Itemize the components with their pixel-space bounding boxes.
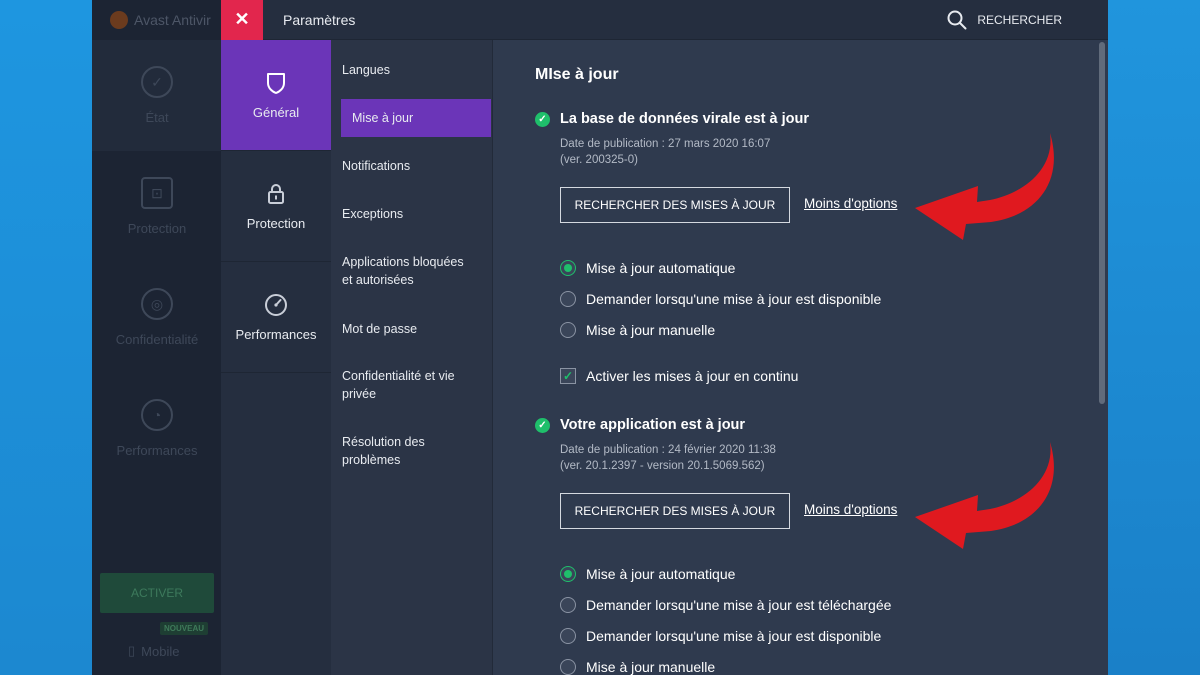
speedometer-icon: ◔: [141, 399, 173, 431]
radio-label: Mise à jour manuelle: [586, 322, 716, 338]
red-arrow-annotation-icon: [915, 442, 1054, 549]
new-badge: NOUVEAU: [160, 622, 209, 635]
radio-option[interactable]: Demander lorsqu'une mise à jour est télé…: [560, 597, 891, 613]
category-general[interactable]: Général: [221, 40, 331, 151]
subnav-confidentialite[interactable]: Confidentialité et vie privée: [331, 367, 471, 403]
radio-option[interactable]: Demander lorsqu'une mise à jour est disp…: [560, 628, 881, 644]
lock-icon: ⊡: [141, 177, 173, 209]
bg-nav-confidentialite: ◎ Confidentialité: [92, 262, 222, 373]
subnav-applications[interactable]: Applications bloquées et autorisées: [331, 253, 481, 289]
category-protection[interactable]: Protection: [221, 151, 331, 262]
category-label: Performances: [235, 326, 317, 342]
bg-nav-label: État: [145, 110, 169, 125]
settings-subnav: Langues Mise à jour Notifications Except…: [331, 40, 493, 675]
search-button[interactable]: RECHERCHER: [947, 0, 1062, 40]
subnav-mise-a-jour[interactable]: Mise à jour: [341, 99, 491, 137]
bg-nav-performances: ◔ Performances: [92, 373, 222, 484]
application-status-text: Votre application est à jour: [560, 417, 746, 433]
virus-db-meta: Date de publication : 27 mars 2020 16:07…: [560, 136, 770, 168]
application-status: ✓ Votre application est à jour: [535, 417, 745, 433]
settings-window: ✕ Paramètres RECHERCHER Général Protecti…: [221, 0, 1108, 675]
application-version: (ver. 20.1.2397 - version 20.1.5069.562): [560, 460, 765, 472]
close-button[interactable]: ✕: [221, 0, 263, 40]
check-icon: ✓: [535, 417, 550, 433]
subnav-mot-de-passe[interactable]: Mot de passe: [331, 319, 428, 339]
shield-icon: [267, 72, 285, 94]
radio-button[interactable]: [560, 597, 576, 613]
background-app-window: Avast Antivir ✓ État ⊡ Protection ◎ Conf…: [92, 0, 222, 675]
virus-db-status-text: La base de données virale est à jour: [560, 111, 810, 127]
less-options-link[interactable]: Moins d'options: [804, 502, 897, 517]
radio-label: Demander lorsqu'une mise à jour est disp…: [586, 628, 882, 644]
radio-label: Mise à jour automatique: [586, 260, 736, 276]
mobile-label: Mobile: [141, 643, 180, 659]
background-app-titlebar: Avast Antivir: [92, 0, 222, 40]
avast-logo-icon: [110, 11, 128, 29]
radio-button[interactable]: [560, 566, 576, 582]
scrollbar[interactable]: [1099, 42, 1105, 404]
category-label: Protection: [246, 215, 306, 231]
virus-db-date: Date de publication : 27 mars 2020 16:07: [560, 138, 771, 150]
check-updates-button[interactable]: RECHERCHER DES MISES À JOUR: [560, 493, 790, 529]
check-updates-button[interactable]: RECHERCHER DES MISES À JOUR: [560, 187, 790, 223]
application-meta: Date de publication : 24 février 2020 11…: [560, 442, 776, 474]
mobile-icon: ▯: [128, 643, 136, 658]
subnav-exceptions[interactable]: Exceptions: [331, 204, 414, 224]
radio-label: Mise à jour manuelle: [586, 659, 716, 675]
category-performances[interactable]: Performances: [221, 262, 331, 373]
page-title: MIse à jour: [535, 66, 619, 83]
category-label: Général: [252, 104, 300, 120]
bg-nav-label: Confidentialité: [115, 332, 199, 347]
checkbox-label: Activer les mises à jour en continu: [586, 368, 799, 384]
virus-db-version: (ver. 200325-0): [560, 154, 638, 166]
subnav-langues[interactable]: Langues: [331, 60, 401, 80]
search-label: RECHERCHER: [977, 13, 1062, 27]
subnav-notifications[interactable]: Notifications: [331, 156, 421, 176]
virus-db-status: ✓ La base de données virale est à jour: [535, 111, 809, 127]
radio-button[interactable]: [560, 260, 576, 276]
search-icon: [947, 10, 967, 30]
fingerprint-icon: ◎: [141, 288, 173, 320]
radio-button[interactable]: [560, 291, 576, 307]
subnav-resolution[interactable]: Résolution des problèmes: [331, 433, 451, 469]
settings-categories: Général Protection Performances: [221, 40, 331, 675]
desktop-background-right: [1108, 0, 1200, 675]
red-arrow-annotation-icon: [915, 133, 1054, 240]
radio-option[interactable]: Mise à jour automatique: [560, 260, 735, 276]
bg-nav-protection: ⊡ Protection: [92, 151, 222, 262]
settings-title: Paramètres: [283, 11, 356, 28]
radio-button[interactable]: [560, 322, 576, 338]
mobile-item: ▯ Mobile: [128, 643, 179, 659]
radio-option[interactable]: Mise à jour manuelle: [560, 322, 715, 338]
checkbox[interactable]: ✓: [560, 368, 576, 384]
radio-label: Demander lorsqu'une mise à jour est disp…: [586, 291, 882, 307]
radio-option[interactable]: Mise à jour automatique: [560, 566, 735, 582]
less-options-link[interactable]: Moins d'options: [804, 196, 897, 211]
speedometer-icon: [265, 293, 287, 316]
desktop-background-left: [0, 0, 92, 675]
activate-button: ACTIVER: [100, 573, 214, 613]
check-circle-icon: ✓: [141, 66, 173, 98]
lock-icon: [268, 183, 284, 204]
bg-nav-etat: ✓ État: [92, 40, 222, 151]
radio-label: Mise à jour automatique: [586, 566, 736, 582]
continuous-updates-option[interactable]: ✓ Activer les mises à jour en continu: [560, 368, 798, 384]
radio-option[interactable]: Demander lorsqu'une mise à jour est disp…: [560, 291, 881, 307]
bg-nav-label: Protection: [127, 221, 187, 236]
background-app-title: Avast Antivir: [134, 12, 211, 28]
radio-label: Demander lorsqu'une mise à jour est télé…: [586, 597, 892, 613]
application-date: Date de publication : 24 février 2020 11…: [560, 444, 776, 456]
settings-topbar: ✕ Paramètres RECHERCHER: [221, 0, 1108, 40]
bg-nav-label: Performances: [116, 443, 198, 458]
check-icon: ✓: [535, 111, 550, 127]
radio-button[interactable]: [560, 659, 576, 675]
radio-button[interactable]: [560, 628, 576, 644]
radio-option[interactable]: Mise à jour manuelle: [560, 659, 715, 675]
